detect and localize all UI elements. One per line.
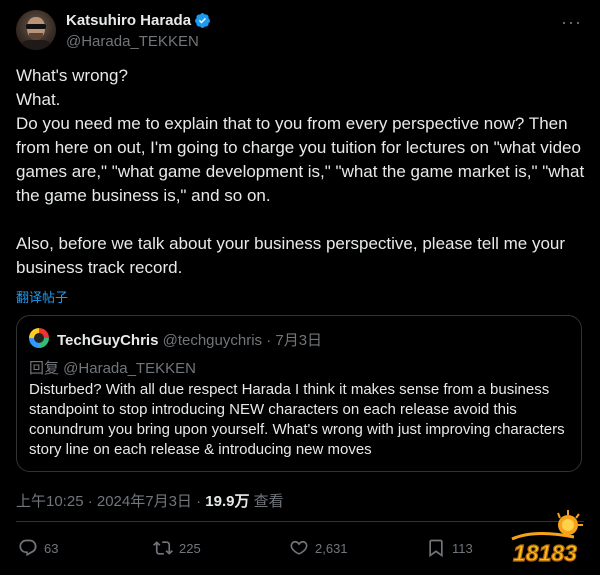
- watermark-text: 18183: [513, 540, 577, 566]
- like-button[interactable]: 2,631: [289, 538, 348, 558]
- retweet-icon: [153, 541, 173, 555]
- author-display-name[interactable]: Katsuhiro Harada: [66, 12, 191, 29]
- tweet-text: What's wrong? What. Do you need me to ex…: [16, 66, 585, 277]
- bookmark-button[interactable]: 113: [426, 538, 473, 558]
- quoted-text: Disturbed? With all due respect Harada I…: [29, 381, 565, 458]
- quoted-header: TechGuyChris @techguychris · 7月3日: [57, 329, 322, 350]
- quoted-display-name: TechGuyChris: [57, 332, 159, 349]
- quoted-author-avatar[interactable]: [29, 328, 49, 348]
- verified-badge-icon: [195, 13, 210, 28]
- reply-button[interactable]: 63: [18, 538, 58, 558]
- reply-count: 63: [44, 540, 59, 556]
- view-count: 19.9万: [205, 493, 250, 510]
- retweet-button[interactable]: 225: [153, 538, 201, 558]
- quoted-tweet[interactable]: TechGuyChris @techguychris · 7月3日 回复 @Ha…: [16, 315, 582, 472]
- tweet-time-date[interactable]: 上午10:25 · 2024年7月3日 ·: [16, 493, 205, 510]
- divider: [16, 521, 584, 522]
- tweet-timestamp: 上午10:25 · 2024年7月3日 · 19.9万 查看: [16, 490, 284, 511]
- views-label: 查看: [249, 493, 284, 510]
- quoted-reply-to: 回复 @Harada_TEKKEN: [29, 360, 196, 377]
- retweet-count: 225: [179, 540, 201, 556]
- translate-post-link[interactable]: 翻译帖子: [16, 287, 68, 306]
- quoted-meta: @techguychris · 7月3日: [158, 332, 323, 349]
- tweet-header: Katsuhiro Harada @Harada_TEKKEN ···: [16, 10, 584, 58]
- author-handle[interactable]: @Harada_TEKKEN: [66, 33, 199, 50]
- action-bar: 63 225 2,631 113: [16, 538, 576, 562]
- site-watermark-logo: 18183: [511, 510, 583, 567]
- bookmark-icon: [429, 539, 443, 558]
- reply-icon: [19, 539, 37, 557]
- like-count: 2,631: [315, 540, 348, 556]
- author-avatar[interactable]: [16, 10, 56, 50]
- heart-icon: [290, 540, 308, 555]
- bookmark-count: 113: [452, 540, 473, 556]
- more-icon[interactable]: ···: [561, 12, 582, 33]
- author-name-row: Katsuhiro Harada: [66, 12, 211, 29]
